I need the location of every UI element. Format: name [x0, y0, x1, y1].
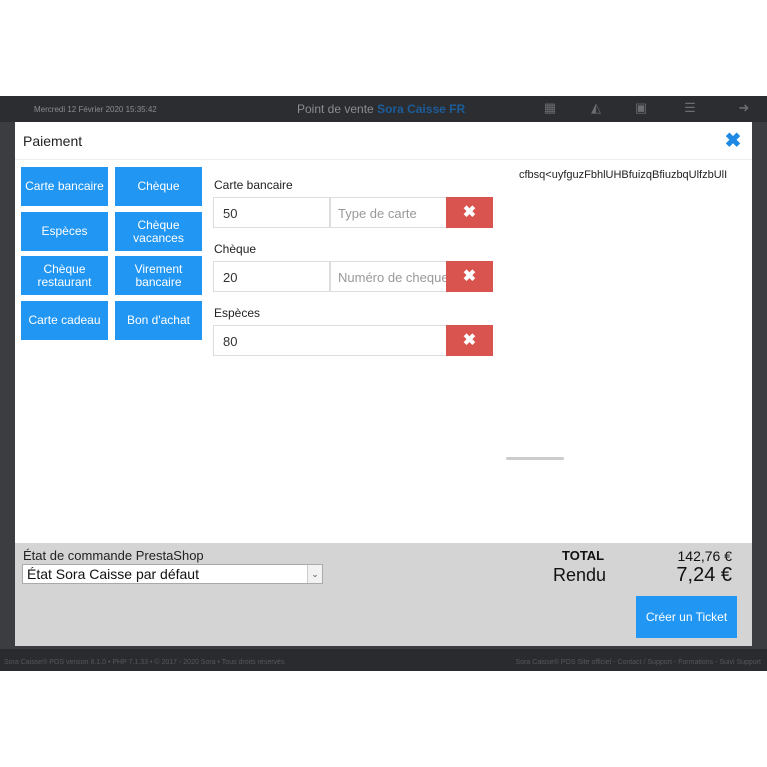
background-footer: Sora Caisse® POS version 8.1.0 • PHP 7.1… [0, 649, 767, 671]
logout-icon: ➜ [738, 100, 750, 115]
delete-cheque-button[interactable]: ✖ [446, 261, 493, 292]
scroll-handle[interactable] [506, 457, 564, 460]
method-virement-bancaire-button[interactable]: Virement bancaire [115, 256, 202, 295]
total-value: 142,76 € [677, 548, 733, 564]
list-icon: ☰ [684, 100, 696, 115]
amount-input-cheque[interactable]: 20 [213, 261, 330, 292]
payment-label-especes: Espèces [214, 306, 261, 320]
order-state-value: État Sora Caisse par défaut [27, 566, 199, 582]
method-cheque-button[interactable]: Chèque [115, 167, 202, 206]
ticket-preview-text: cfbsq<uyfguzFbhlUHBfuizqBfiuzbqUlfzbUlI [519, 169, 728, 181]
payment-label-cheque: Chèque [214, 242, 257, 256]
create-ticket-button[interactable]: Créer un Ticket [636, 596, 737, 638]
pos-name: Sora Caisse FR [377, 102, 466, 116]
amount-input-especes[interactable]: 80 [213, 325, 447, 356]
amount-input-carte-bancaire[interactable]: 50 [213, 197, 330, 228]
top-bar: Mercredi 12 Février 2020 15:35:42 Point … [0, 96, 767, 122]
cheque-number-input[interactable]: Numéro de cheque [330, 261, 447, 292]
method-carte-bancaire-button[interactable]: Carte bancaire [21, 167, 108, 206]
card-icon: ▣ [634, 100, 648, 115]
calendar-icon: ▦ [543, 100, 557, 115]
method-especes-button[interactable]: Espèces [21, 212, 108, 251]
rendu-value: 7,24 € [676, 564, 732, 586]
rendu-label: Rendu [553, 565, 607, 585]
order-state-label: État de commande PrestaShop [23, 548, 204, 563]
modal-title: Paiement [23, 133, 83, 149]
total-label: TOTAL [562, 548, 605, 563]
method-bon-achat-button[interactable]: Bon d'achat [115, 301, 202, 340]
bell-icon: ◭ [591, 100, 601, 115]
method-cheque-vacances-button[interactable]: Chèque vacances [115, 212, 202, 251]
delete-carte-bancaire-button[interactable]: ✖ [446, 197, 493, 228]
card-type-input[interactable]: Type de carte [330, 197, 447, 228]
method-carte-cadeau-button[interactable]: Carte cadeau [21, 301, 108, 340]
order-state-select[interactable]: État Sora Caisse par défaut ⌄ [22, 564, 323, 584]
close-icon[interactable]: ✖ [724, 131, 742, 151]
datetime: Mercredi 12 Février 2020 15:35:42 [34, 105, 157, 114]
pos-title: Point de vente Sora Caisse FR [297, 102, 466, 116]
delete-especes-button[interactable]: ✖ [446, 325, 493, 356]
chevron-down-icon: ⌄ [307, 565, 322, 583]
method-cheque-restaurant-button[interactable]: Chèque restaurant [21, 256, 108, 295]
modal-footer: État de commande PrestaShop État Sora Ca… [15, 543, 752, 646]
modal-header: Paiement ✖ [15, 122, 752, 160]
payment-label-carte-bancaire: Carte bancaire [214, 178, 293, 192]
payment-modal: Paiement ✖ Carte bancaire Chèque Espèces… [15, 122, 752, 646]
